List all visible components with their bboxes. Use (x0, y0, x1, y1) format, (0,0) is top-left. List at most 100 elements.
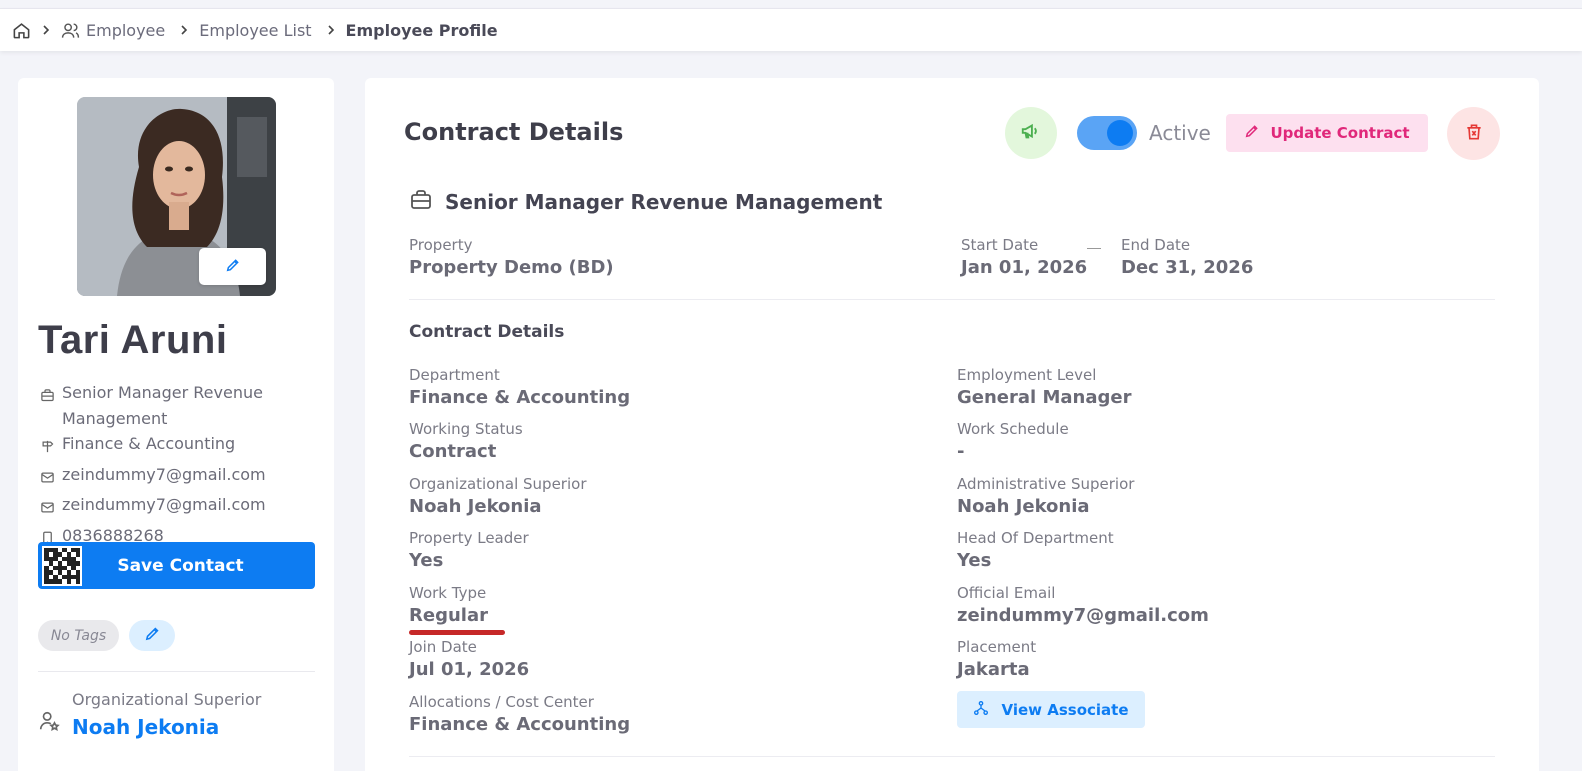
breadcrumb-employee-list[interactable]: Employee List (199, 21, 311, 40)
field-label: Placement (957, 638, 1037, 656)
breadcrumb: Employee Employee List Employee Profile (12, 21, 498, 40)
info-email-2: zeindummy7@gmail.com (40, 492, 330, 523)
organizational-superior-block: Organizational Superior Noah Jekonia (38, 690, 261, 739)
tags-empty-badge: No Tags (38, 620, 119, 651)
working-status-field: Working Status Contract (409, 420, 929, 462)
users-icon (61, 21, 80, 40)
view-associate-button[interactable]: View Associate (957, 691, 1145, 728)
contract-card: Contract Details Active Update Contract … (365, 78, 1539, 771)
qr-code-icon (42, 545, 82, 586)
profile-card: Tari Aruni Senior Manager Revenue Manage… (18, 78, 334, 771)
property-field: Property Property Demo (BD) (409, 236, 614, 278)
field-label: Employment Level (957, 366, 1097, 384)
join-date-field: Join Date Jul 01, 2026 (409, 638, 929, 680)
briefcase-icon (40, 380, 62, 411)
position-title: Senior Manager Revenue Management (445, 190, 883, 214)
end-date-field: End Date Dec 31, 2026 (1121, 236, 1253, 278)
employee-name: Tari Aruni (38, 318, 228, 362)
contract-section-title: Contract Details (409, 322, 565, 342)
info-department: Finance & Accounting (40, 431, 330, 462)
field-label: Administrative Superior (957, 475, 1135, 493)
property-value: Property Demo (BD) (409, 257, 614, 278)
employment-level-field: Employment Level General Manager (957, 366, 1477, 408)
field-label: Official Email (957, 584, 1056, 602)
field-label: Property Leader (409, 529, 529, 547)
department-field: Department Finance & Accounting (409, 366, 929, 408)
field-label: Work Schedule (957, 420, 1069, 438)
trash-icon (1464, 122, 1484, 146)
field-value: Yes (409, 550, 444, 571)
work-type-field: Work Type Regular (409, 584, 929, 626)
chevron-right-icon (41, 25, 51, 35)
mail-icon (40, 462, 62, 493)
save-contact-label: Save Contact (117, 555, 244, 576)
update-contract-button[interactable]: Update Contract (1226, 114, 1428, 152)
superior-label: Organizational Superior (72, 690, 262, 709)
field-label: Join Date (409, 638, 477, 656)
organizational-superior-field: Organizational Superior Noah Jekonia (409, 475, 929, 517)
property-label: Property (409, 236, 473, 254)
field-value: Noah Jekonia (409, 496, 542, 517)
info-email-1: zeindummy7@gmail.com (40, 462, 330, 493)
email-text-1[interactable]: zeindummy7@gmail.com (62, 462, 330, 488)
property-leader-field: Property Leader Yes (409, 529, 929, 571)
email-text-2[interactable]: zeindummy7@gmail.com (62, 492, 330, 518)
briefcase-icon (409, 188, 433, 216)
divider (38, 671, 315, 672)
chevron-right-icon (326, 25, 336, 35)
info-position: Senior Manager Revenue Management (40, 380, 330, 431)
hierarchy-icon (973, 700, 989, 720)
field-label: Department (409, 366, 500, 384)
breadcrumb-employee[interactable]: Employee (86, 21, 165, 40)
field-value: General Manager (957, 387, 1132, 408)
field-value: Yes (957, 550, 992, 571)
field-value: Finance & Accounting (409, 714, 631, 735)
mail-icon (40, 492, 62, 523)
user-star-icon (38, 690, 72, 739)
field-label: Organizational Superior (409, 475, 587, 493)
divider (409, 756, 1495, 757)
home-icon[interactable] (12, 21, 31, 40)
cost-center-field: Allocations / Cost Center Finance & Acco… (409, 693, 929, 735)
delete-contract-button[interactable] (1447, 107, 1500, 160)
megaphone-icon (1020, 120, 1042, 146)
field-label: Work Type (409, 584, 487, 602)
contract-title: Contract Details (404, 118, 624, 146)
administrative-superior-field: Administrative Superior Noah Jekonia (957, 475, 1477, 517)
signpost-icon (40, 431, 62, 462)
field-value: Regular (409, 605, 488, 626)
work-type-underline (409, 630, 505, 635)
end-date-label: End Date (1121, 236, 1191, 254)
field-value: zeindummy7@gmail.com (957, 605, 1209, 626)
field-value: Jakarta (957, 659, 1030, 680)
contact-info-list: Senior Manager Revenue Management Financ… (40, 380, 330, 553)
active-status-label: Active (1149, 121, 1211, 145)
pencil-icon (144, 625, 161, 646)
field-label: Head Of Department (957, 529, 1114, 547)
active-toggle[interactable] (1077, 116, 1137, 150)
start-date-field: Start Date Jan 01, 2026 (961, 236, 1087, 278)
photo-edit-button[interactable] (199, 248, 266, 285)
department-text: Finance & Accounting (62, 434, 236, 453)
announce-button[interactable] (1005, 107, 1057, 159)
position-text: Senior Manager Revenue Management (62, 383, 263, 428)
field-value: - (957, 441, 965, 462)
field-label: Working Status (409, 420, 523, 438)
head-of-department-field: Head Of Department Yes (957, 529, 1477, 571)
pencil-icon (1244, 123, 1260, 143)
edit-tags-button[interactable] (129, 620, 175, 651)
superior-name-link[interactable]: Noah Jekonia (72, 715, 261, 739)
divider (409, 299, 1495, 300)
position-heading: Senior Manager Revenue Management (409, 188, 882, 216)
save-contact-button[interactable]: Save Contact (38, 542, 315, 589)
chevron-right-icon (179, 25, 189, 35)
update-contract-label: Update Contract (1270, 124, 1410, 142)
top-bar: Employee Employee List Employee Profile (0, 8, 1582, 51)
official-email-field: Official Email zeindummy7@gmail.com (957, 584, 1477, 626)
view-associate-label: View Associate (1001, 700, 1129, 719)
field-value: Contract (409, 441, 497, 462)
breadcrumb-current: Employee Profile (345, 20, 498, 40)
field-value: Finance & Accounting (409, 387, 631, 408)
placement-field: Placement Jakarta (957, 638, 1477, 680)
field-value: Jul 01, 2026 (409, 659, 530, 680)
